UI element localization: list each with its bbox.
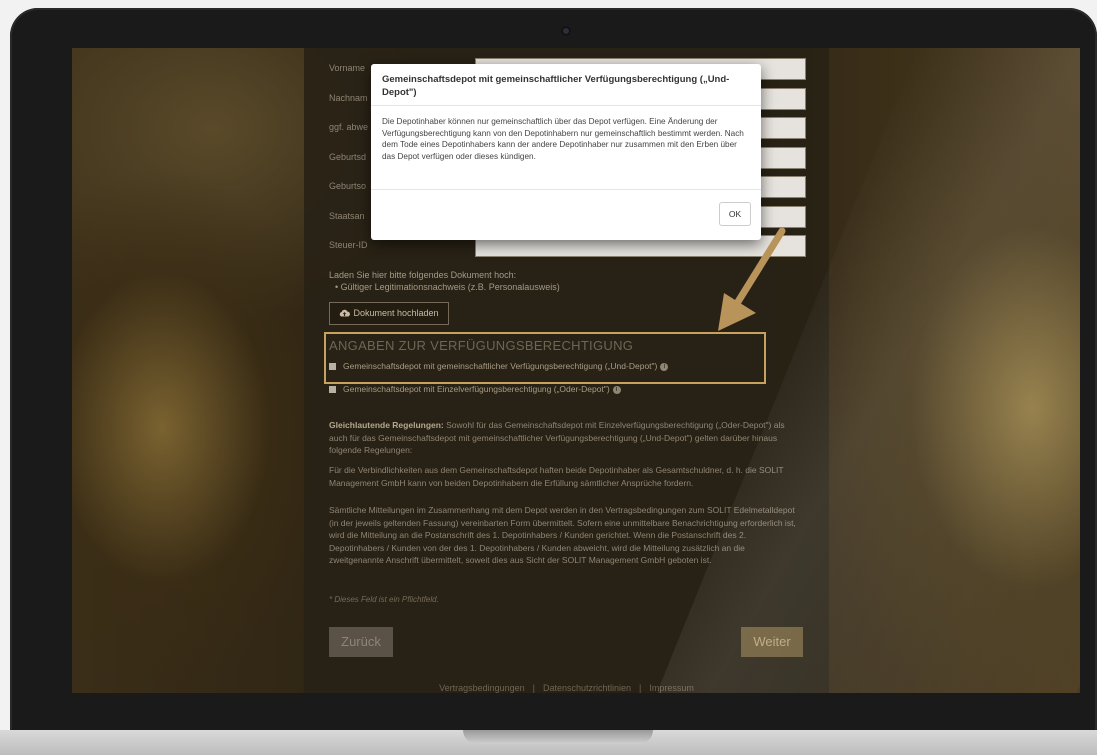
paragraph-gleichlautende-regelungen: Gleichlautende Regelungen: Sowohl für da… [329,419,799,457]
footer-separator: | [639,683,642,693]
paragraph-heading: Gleichlautende Regelungen: [329,420,444,430]
upload-prompt: Laden Sie hier bitte folgendes Dokument … [329,270,517,280]
required-field-note: * Dieses Feld ist ein Pflichtfeld. [329,595,439,604]
modal-divider [371,189,761,190]
field-label: Steuer-ID [329,240,368,250]
footer-link-impressum[interactable]: Impressum [649,683,694,693]
footer-link-datenschutz[interactable]: Datenschutzrichtlinien [543,683,631,693]
field-label: Vorname [329,63,366,73]
field-label: ggf. abwe [329,122,369,132]
modal-divider [371,105,761,106]
info-icon[interactable]: i [660,362,669,371]
cloud-upload-icon [340,309,351,317]
field-label: Geburtso [329,181,367,191]
field-label: Geburtsd [329,152,367,162]
option-oder-label: Gemeinschaftsdepot mit Einzelverfügungsb… [343,384,610,394]
option-und-label: Gemeinschaftsdepot mit gemeinschaftliche… [343,361,658,371]
modal-body: Die Depotinhaber können nur gemeinschaft… [382,117,744,161]
option-oder-depot[interactable]: Gemeinschaftsdepot mit Einzelverfügungsb… [329,384,621,394]
footer-link-vertragsbedingungen[interactable]: Vertragsbedingungen [439,683,525,693]
checkbox-icon[interactable] [329,363,336,371]
option-und-depot[interactable]: Gemeinschaftsdepot mit gemeinschaftliche… [329,361,669,371]
screen: Vorname Nachnam ggf. abwe Geburtsd Gebur… [72,48,1080,693]
info-icon[interactable]: i [612,385,621,394]
field-label: Staatsan [329,211,365,221]
laptop-notch [463,730,653,744]
paragraph-haftung: Für die Verbindlichkeiten aus dem Gemein… [329,465,784,488]
section-title: ANGABEN ZUR VERFÜGUNGSBERECHTIGUNG [329,338,634,353]
arrow-icon [718,227,786,331]
checkbox-icon[interactable] [329,386,336,394]
info-modal: Gemeinschaftsdepot mit gemeinschaftliche… [371,64,761,240]
field-label: Nachnam [329,93,368,103]
next-button[interactable]: Weiter [741,627,803,657]
upload-button-label: Dokument hochladen [353,308,439,318]
footer-links: Vertragsbedingungen | Datenschutzrichtlini… [304,683,829,693]
upload-instructions: Laden Sie hier bitte folgendes Dokument … [329,269,560,293]
upload-document-button[interactable]: Dokument hochladen [329,302,449,325]
paragraph-mitteilungen: Sämtliche Mitteilungen im Zusammenhang m… [329,505,796,565]
back-button[interactable]: Zurück [329,627,393,657]
modal-title: Gemeinschaftsdepot mit gemeinschaftliche… [382,74,730,98]
upload-item: • Gültiger Legitimationsnachweis (z.B. P… [335,282,560,292]
camera-icon [561,26,571,36]
footer-separator: | [532,683,535,693]
